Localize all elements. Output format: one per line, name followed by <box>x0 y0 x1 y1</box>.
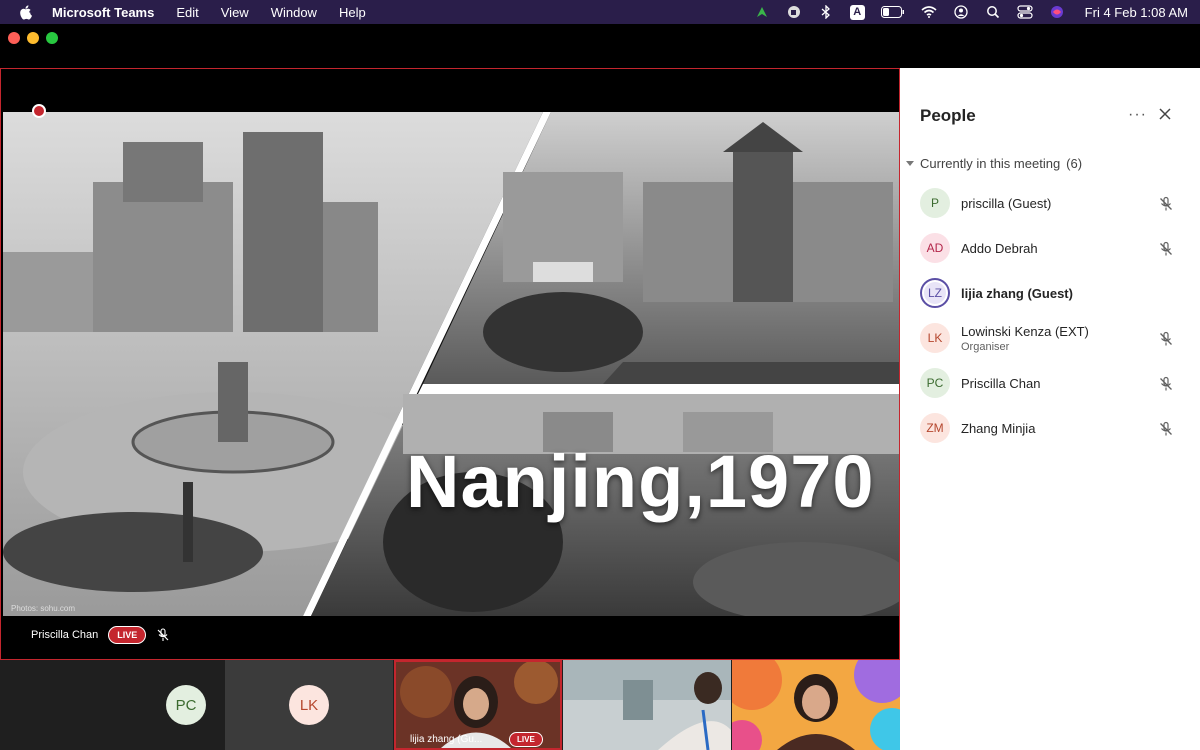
photo-credit: Photos: sohu.com <box>11 604 76 613</box>
video-feed <box>563 660 731 750</box>
participant-row[interactable]: AD Addo Debrah <box>920 228 1190 268</box>
menu-clock[interactable]: Fri 4 Feb 1:08 AM <box>1085 5 1188 20</box>
battery-icon[interactable] <box>880 4 905 20</box>
participant-tile-video[interactable] <box>732 660 900 750</box>
mic-off-icon[interactable] <box>1158 331 1174 347</box>
avatar: P <box>920 188 950 218</box>
speaker-name: Priscilla Chan <box>31 629 99 641</box>
participant-name: priscilla (Guest) <box>961 195 1052 211</box>
more-icon[interactable]: ··· <box>1128 106 1147 124</box>
participant-tile-lk[interactable]: LK <box>225 660 393 750</box>
bluetooth-icon[interactable] <box>818 4 834 20</box>
search-icon[interactable] <box>985 4 1001 20</box>
chevron-down-icon <box>906 161 914 166</box>
input-source-icon[interactable]: A <box>849 4 865 20</box>
participant-name: Zhang Minjia <box>961 420 1036 436</box>
panel-title: People <box>920 106 976 125</box>
menu-bar: Microsoft Teams Edit View Window Help A <box>0 0 1200 24</box>
main-stage: Photos: sohu.com Nanjing,1970 Priscilla … <box>0 68 900 660</box>
menu-help[interactable]: Help <box>339 5 366 20</box>
participant-tile-pc[interactable]: PC <box>0 660 225 750</box>
status-app-icon[interactable] <box>754 4 770 20</box>
slide-collage <box>3 112 899 616</box>
avatar: PC <box>166 685 206 725</box>
menu-edit[interactable]: Edit <box>176 5 198 20</box>
participant-row[interactable]: ZM Zhang Minjia <box>920 408 1190 448</box>
avatar: LZ <box>920 278 950 308</box>
participant-row[interactable]: LZ lijia zhang (Guest) <box>920 273 1190 313</box>
mic-off-icon <box>157 628 169 641</box>
menu-app-name[interactable]: Microsoft Teams <box>52 5 154 20</box>
speaker-bar: Priscilla Chan LIVE <box>31 626 170 644</box>
avatar: ZM <box>920 413 950 443</box>
participant-tile-lz[interactable]: lijia zhang (Gu... LIVE <box>394 660 562 750</box>
section-count: (6) <box>1066 156 1083 171</box>
section-label: Currently in this meeting <box>920 156 1061 171</box>
participant-row[interactable]: LK Lowinski Kenza (EXT) Organiser <box>920 318 1190 358</box>
participant-label: lijia zhang (Gu... <box>410 734 483 745</box>
avatar: LK <box>289 685 329 725</box>
status-area: A Fri 4 Feb 1:08 AM <box>754 0 1188 24</box>
apple-icon[interactable] <box>18 4 32 20</box>
participant-name: lijia zhang (Guest) <box>961 285 1073 301</box>
participant-row[interactable]: PC Priscilla Chan <box>920 363 1190 403</box>
live-badge: LIVE <box>108 626 147 644</box>
menu-view[interactable]: View <box>221 5 249 20</box>
participant-name: Addo Debrah <box>961 240 1038 256</box>
wifi-icon[interactable] <box>921 4 937 20</box>
mic-off-icon[interactable] <box>1158 376 1174 392</box>
window-title-bar <box>0 24 1200 68</box>
menu-window[interactable]: Window <box>271 5 317 20</box>
mic-off-icon[interactable] <box>1158 196 1174 212</box>
participant-tile-video[interactable] <box>563 660 731 750</box>
siri-icon[interactable] <box>1049 4 1065 20</box>
control-center-icon[interactable] <box>1017 4 1033 20</box>
people-panel: People ··· Currently in this meeting (6)… <box>900 68 1200 750</box>
zoom-window-button[interactable] <box>46 32 58 44</box>
live-badge: LIVE <box>509 732 543 747</box>
close-window-button[interactable] <box>8 32 20 44</box>
participant-name: Lowinski Kenza (EXT) Organiser <box>961 323 1089 353</box>
slide-title: Nanjing,1970 <box>406 440 875 523</box>
mic-off-icon[interactable] <box>1158 241 1174 257</box>
recording-indicator <box>32 104 46 118</box>
avatar: PC <box>920 368 950 398</box>
participant-strip: PC LK lijia zhang (Gu... LIVE <box>0 660 900 750</box>
participant-row[interactable]: Ppriscilla (Guest) <box>920 183 1190 223</box>
close-icon[interactable] <box>1158 107 1172 121</box>
participant-name: Priscilla Chan <box>961 375 1041 391</box>
section-header[interactable]: Currently in this meeting (6) <box>906 156 1082 171</box>
user-icon[interactable] <box>953 4 969 20</box>
evernote-icon[interactable] <box>786 4 802 20</box>
avatar: AD <box>920 233 950 263</box>
shared-slide: Photos: sohu.com <box>3 112 899 616</box>
mic-off-icon[interactable] <box>1158 421 1174 437</box>
participant-role: Organiser <box>961 340 1010 353</box>
minimize-window-button[interactable] <box>27 32 39 44</box>
avatar: LK <box>920 323 950 353</box>
video-feed <box>732 660 900 750</box>
